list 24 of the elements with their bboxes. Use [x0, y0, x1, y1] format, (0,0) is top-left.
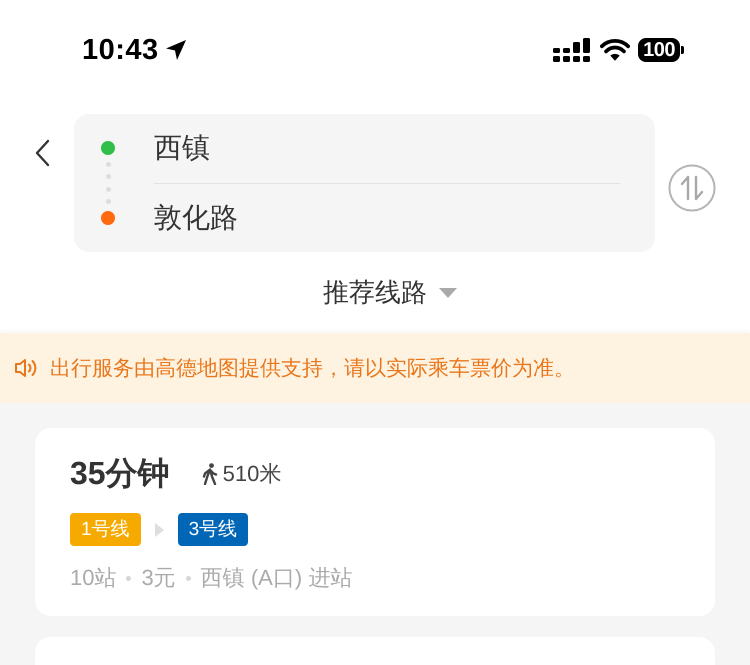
walking-person-icon	[202, 463, 218, 485]
notice-text: 出行服务由高德地图提供支持，请以实际乘车票价为准。	[50, 356, 575, 382]
route-duration: 35分钟	[70, 454, 170, 493]
line-tag: 3号线	[178, 513, 248, 546]
speaker-icon	[14, 357, 38, 379]
separator-dot-icon	[186, 576, 191, 580]
transfer-arrow-icon	[154, 522, 164, 536]
walking-distance: 510米	[222, 460, 282, 488]
signal-icon	[553, 38, 592, 62]
caret-icon	[439, 288, 457, 298]
line-tag: 1号线	[70, 513, 141, 546]
route-detail: 3元	[141, 564, 176, 592]
route-detail: 10站	[70, 564, 116, 592]
swap-button[interactable]	[668, 164, 716, 212]
separator-dot-icon	[126, 576, 132, 580]
battery-indicator: 100	[638, 38, 684, 62]
route-card[interactable]: 35分钟 510米 1号线 3号线 10站 3元 西镇 (A口) 进站	[35, 428, 715, 616]
location-arrow-icon	[164, 39, 187, 61]
sort-dropdown[interactable]: 推荐线路	[293, 275, 457, 310]
route-detail: 西镇 (A口) 进站	[200, 564, 352, 592]
stop-field[interactable]: 敦化路	[154, 184, 620, 252]
stop-field[interactable]: 西镇	[154, 114, 620, 182]
status-time: 10:43	[82, 34, 159, 66]
wifi-icon	[600, 39, 630, 61]
